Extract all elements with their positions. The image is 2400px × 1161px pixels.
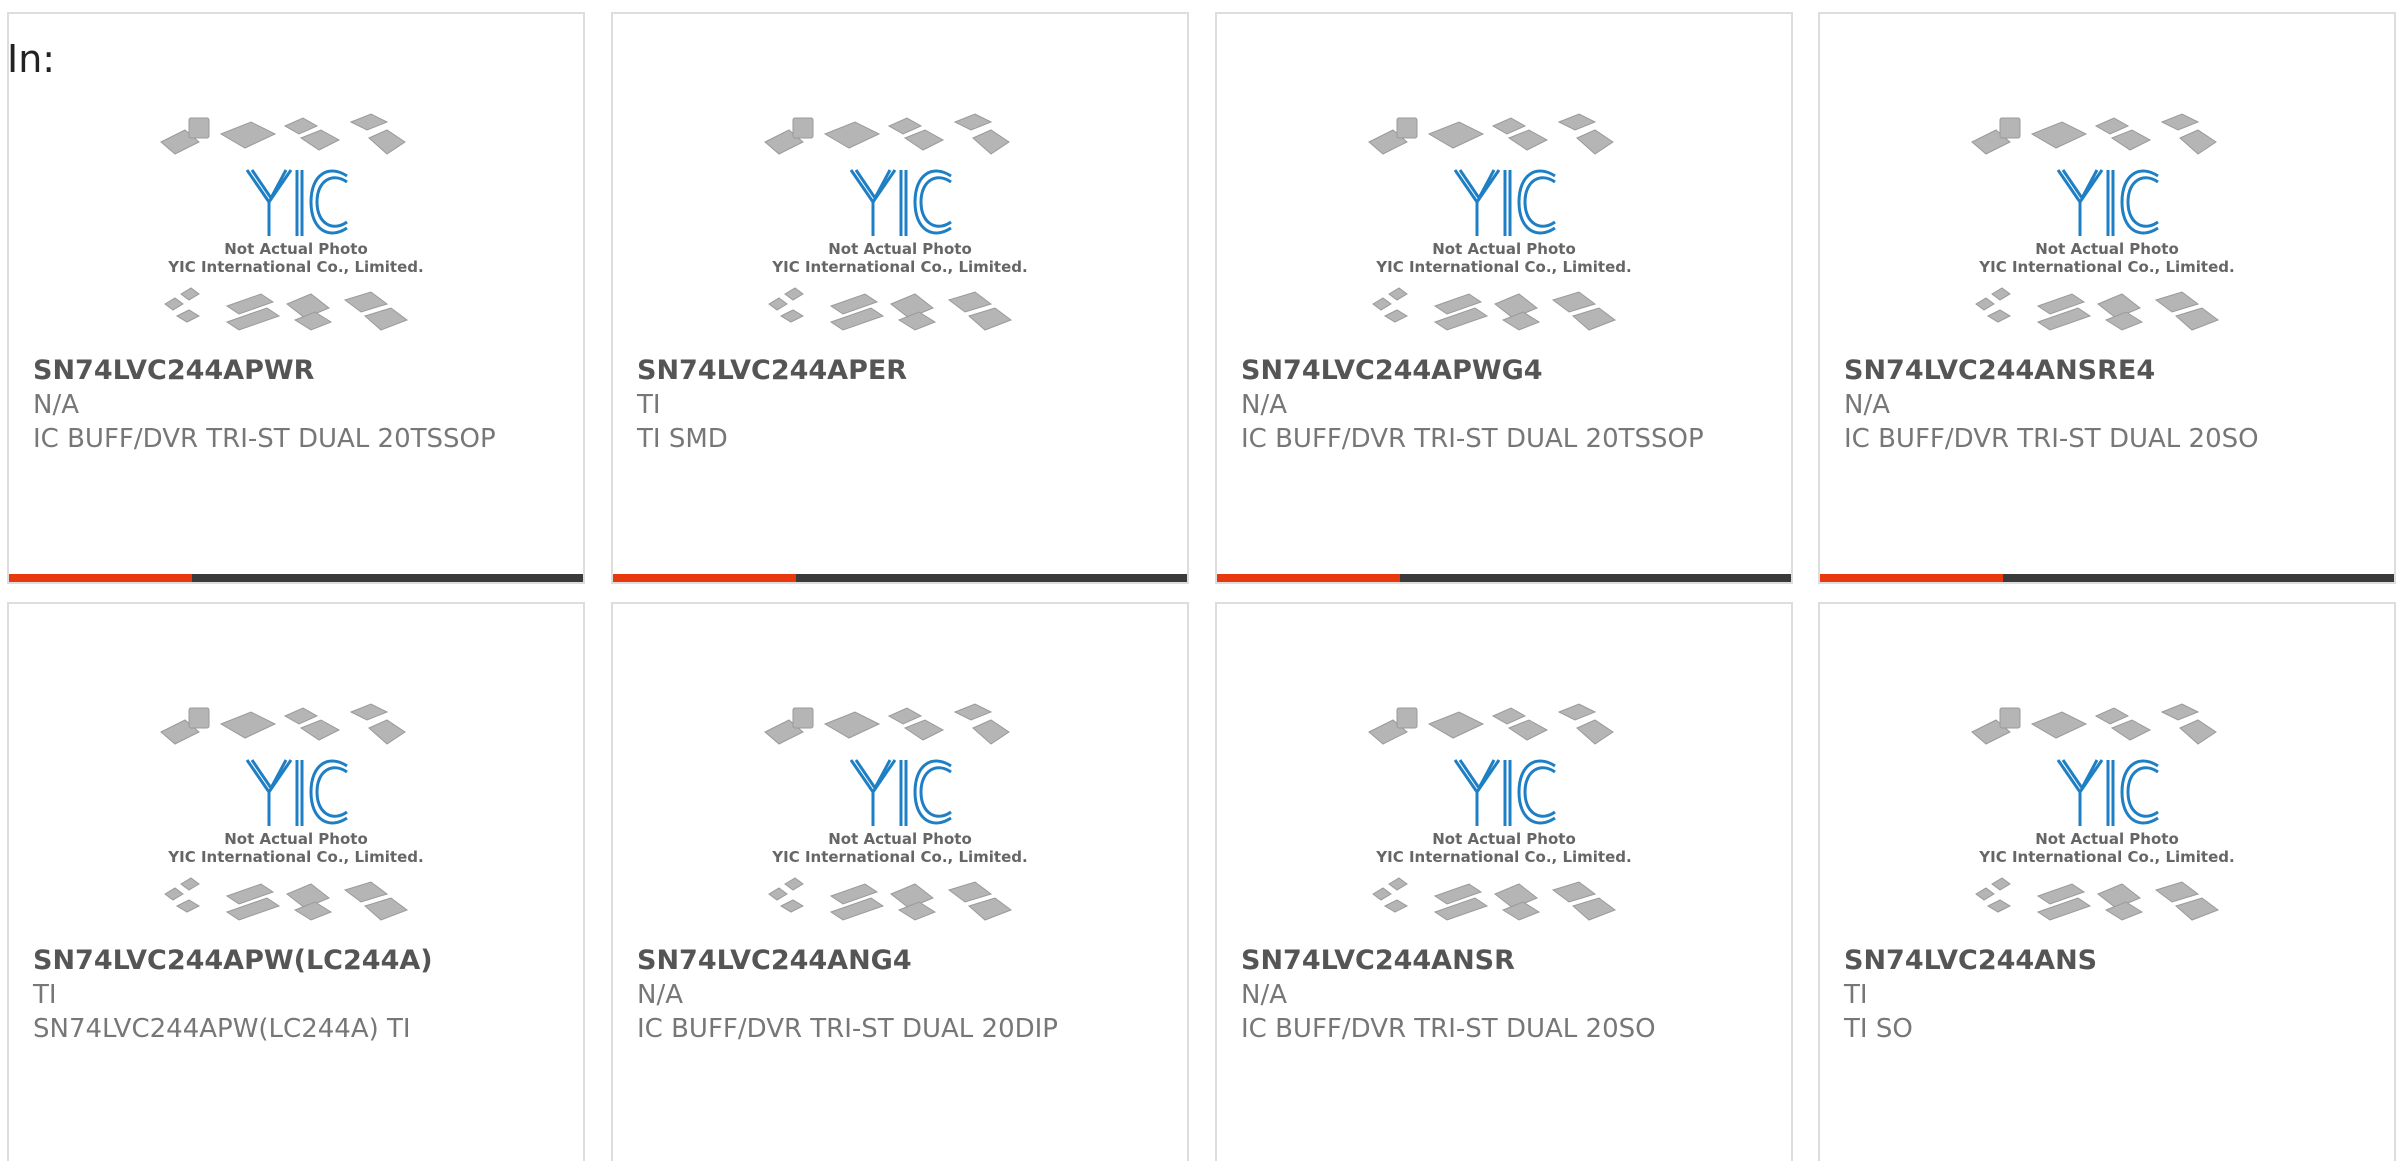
product-info: SN74LVC244ANSR N/A IC BUFF/DVR TRI-ST DUAL…	[1241, 944, 1771, 1046]
card-accent-bar-highlight	[9, 574, 192, 582]
manufacturer: TI	[1844, 980, 1868, 1010]
part-number-link[interactable]: SN74LVC244ANS	[1844, 944, 2374, 978]
product-placeholder-image: Not Actual Photo YIC International Co., …	[1368, 113, 1632, 331]
yic-logo	[2056, 169, 2159, 236]
manufacturer: N/A	[1844, 390, 1890, 420]
manufacturer: TI	[33, 980, 57, 1010]
product-info: SN74LVC244APWR N/A IC BUFF/DVR TRI-ST DUAL…	[33, 354, 563, 456]
product-description: IC BUFF/DVR TRI-ST DUAL 20SO	[1844, 424, 2259, 454]
product-info: SN74LVC244APW(LC244A) TI SN74LVC244APW(LC2…	[33, 944, 563, 1046]
yic-logo	[1453, 759, 1556, 826]
part-number-link[interactable]: SN74LVC244APER	[637, 354, 1167, 388]
part-number-link[interactable]: SN74LVC244APW(LC244A)	[33, 944, 563, 978]
product-description: IC BUFF/DVR TRI-ST DUAL 20SO	[1241, 1014, 1656, 1044]
product-photo[interactable]: Not Actual Photo YIC International Co., …	[1820, 688, 2394, 952]
product-card[interactable]: Not Actual Photo YIC International Co., …	[7, 602, 585, 1161]
card-accent-bar-highlight	[1217, 574, 1400, 582]
product-photo[interactable]: Not Actual Photo YIC International Co., …	[1820, 98, 2394, 362]
product-info: SN74LVC244ANG4 N/A IC BUFF/DVR TRI-ST DUAL…	[637, 944, 1167, 1046]
product-info: SN74LVC244ANS TI TI SO	[1844, 944, 2374, 1046]
part-number-link[interactable]: SN74LVC244ANG4	[637, 944, 1167, 978]
product-placeholder-image: Not Actual Photo YIC International Co., …	[160, 113, 424, 331]
product-photo[interactable]: Not Actual Photo YIC International Co., …	[613, 688, 1187, 952]
product-info: SN74LVC244APER TI TI SMD	[637, 354, 1167, 456]
photo-caption-not-actual: Not Actual Photo	[2035, 830, 2179, 848]
product-placeholder-image: Not Actual Photo YIC International Co., …	[764, 113, 1028, 331]
card-accent-bar	[1820, 574, 2394, 582]
photo-caption-not-actual: Not Actual Photo	[224, 830, 368, 848]
photo-caption-company: YIC International Co., Limited.	[167, 848, 423, 866]
manufacturer: N/A	[1241, 980, 1287, 1010]
yic-logo	[245, 759, 348, 826]
photo-caption-company: YIC International Co., Limited.	[771, 258, 1027, 276]
product-description: TI SO	[1844, 1014, 1913, 1044]
product-placeholder-image: Not Actual Photo YIC International Co., …	[1368, 703, 1632, 921]
photo-caption-not-actual: Not Actual Photo	[1432, 240, 1576, 258]
product-description: TI SMD	[637, 424, 728, 454]
card-accent-bar-highlight	[1820, 574, 2003, 582]
product-card[interactable]: Not Actual Photo YIC International Co., …	[1215, 602, 1793, 1161]
photo-caption-company: YIC International Co., Limited.	[1375, 848, 1631, 866]
in-filter-label: In:	[7, 37, 56, 81]
product-placeholder-image: Not Actual Photo YIC International Co., …	[1971, 703, 2235, 921]
photo-caption-not-actual: Not Actual Photo	[828, 830, 972, 848]
product-info: SN74LVC244ANSRE4 N/A IC BUFF/DVR TRI-ST DU…	[1844, 354, 2374, 456]
card-accent-bar	[613, 574, 1187, 582]
yic-logo	[1453, 169, 1556, 236]
product-photo[interactable]: Not Actual Photo YIC International Co., …	[1217, 98, 1791, 362]
product-placeholder-image: Not Actual Photo YIC International Co., …	[1971, 113, 2235, 331]
product-card[interactable]: Not Actual Photo YIC International Co., …	[611, 602, 1189, 1161]
product-photo[interactable]: Not Actual Photo YIC International Co., …	[1217, 688, 1791, 952]
product-card[interactable]: Not Actual Photo YIC International Co., …	[1215, 12, 1793, 584]
card-accent-bar	[9, 574, 583, 582]
product-description: IC BUFF/DVR TRI-ST DUAL 20DIP	[637, 1014, 1058, 1044]
yic-logo	[2056, 759, 2159, 826]
part-number-link[interactable]: SN74LVC244APWR	[33, 354, 563, 388]
card-accent-bar-highlight	[613, 574, 796, 582]
photo-caption-company: YIC International Co., Limited.	[1375, 258, 1631, 276]
photo-caption-company: YIC International Co., Limited.	[1978, 848, 2234, 866]
yic-logo	[245, 169, 348, 236]
yic-logo	[849, 759, 952, 826]
photo-caption-not-actual: Not Actual Photo	[1432, 830, 1576, 848]
search-results-page: In: Not Actual Photo YIC International C…	[0, 0, 2400, 1161]
product-description: IC BUFF/DVR TRI-ST DUAL 20TSSOP	[1241, 424, 1704, 454]
product-description: SN74LVC244APW(LC244A) TI	[33, 1014, 411, 1044]
card-accent-bar	[1217, 574, 1791, 582]
manufacturer: N/A	[637, 980, 683, 1010]
part-number-link[interactable]: SN74LVC244APWG4	[1241, 354, 1771, 388]
product-photo[interactable]: Not Actual Photo YIC International Co., …	[9, 688, 583, 952]
yic-logo	[849, 169, 952, 236]
photo-caption-not-actual: Not Actual Photo	[2035, 240, 2179, 258]
product-description: IC BUFF/DVR TRI-ST DUAL 20TSSOP	[33, 424, 496, 454]
product-card[interactable]: Not Actual Photo YIC International Co., …	[1818, 602, 2396, 1161]
product-card[interactable]: Not Actual Photo YIC International Co., …	[7, 12, 585, 584]
product-placeholder-image: Not Actual Photo YIC International Co., …	[764, 703, 1028, 921]
photo-caption-company: YIC International Co., Limited.	[1978, 258, 2234, 276]
product-card[interactable]: Not Actual Photo YIC International Co., …	[1818, 12, 2396, 584]
part-number-link[interactable]: SN74LVC244ANSR	[1241, 944, 1771, 978]
product-card[interactable]: Not Actual Photo YIC International Co., …	[611, 12, 1189, 584]
product-info: SN74LVC244APWG4 N/A IC BUFF/DVR TRI-ST DUA…	[1241, 354, 1771, 456]
photo-caption-company: YIC International Co., Limited.	[771, 848, 1027, 866]
product-photo[interactable]: Not Actual Photo YIC International Co., …	[9, 98, 583, 362]
photo-caption-not-actual: Not Actual Photo	[224, 240, 368, 258]
manufacturer: N/A	[1241, 390, 1287, 420]
product-photo[interactable]: Not Actual Photo YIC International Co., …	[613, 98, 1187, 362]
photo-caption-company: YIC International Co., Limited.	[167, 258, 423, 276]
photo-caption-not-actual: Not Actual Photo	[828, 240, 972, 258]
part-number-link[interactable]: SN74LVC244ANSRE4	[1844, 354, 2374, 388]
product-placeholder-image: Not Actual Photo YIC International Co., …	[160, 703, 424, 921]
manufacturer: N/A	[33, 390, 79, 420]
manufacturer: TI	[637, 390, 661, 420]
